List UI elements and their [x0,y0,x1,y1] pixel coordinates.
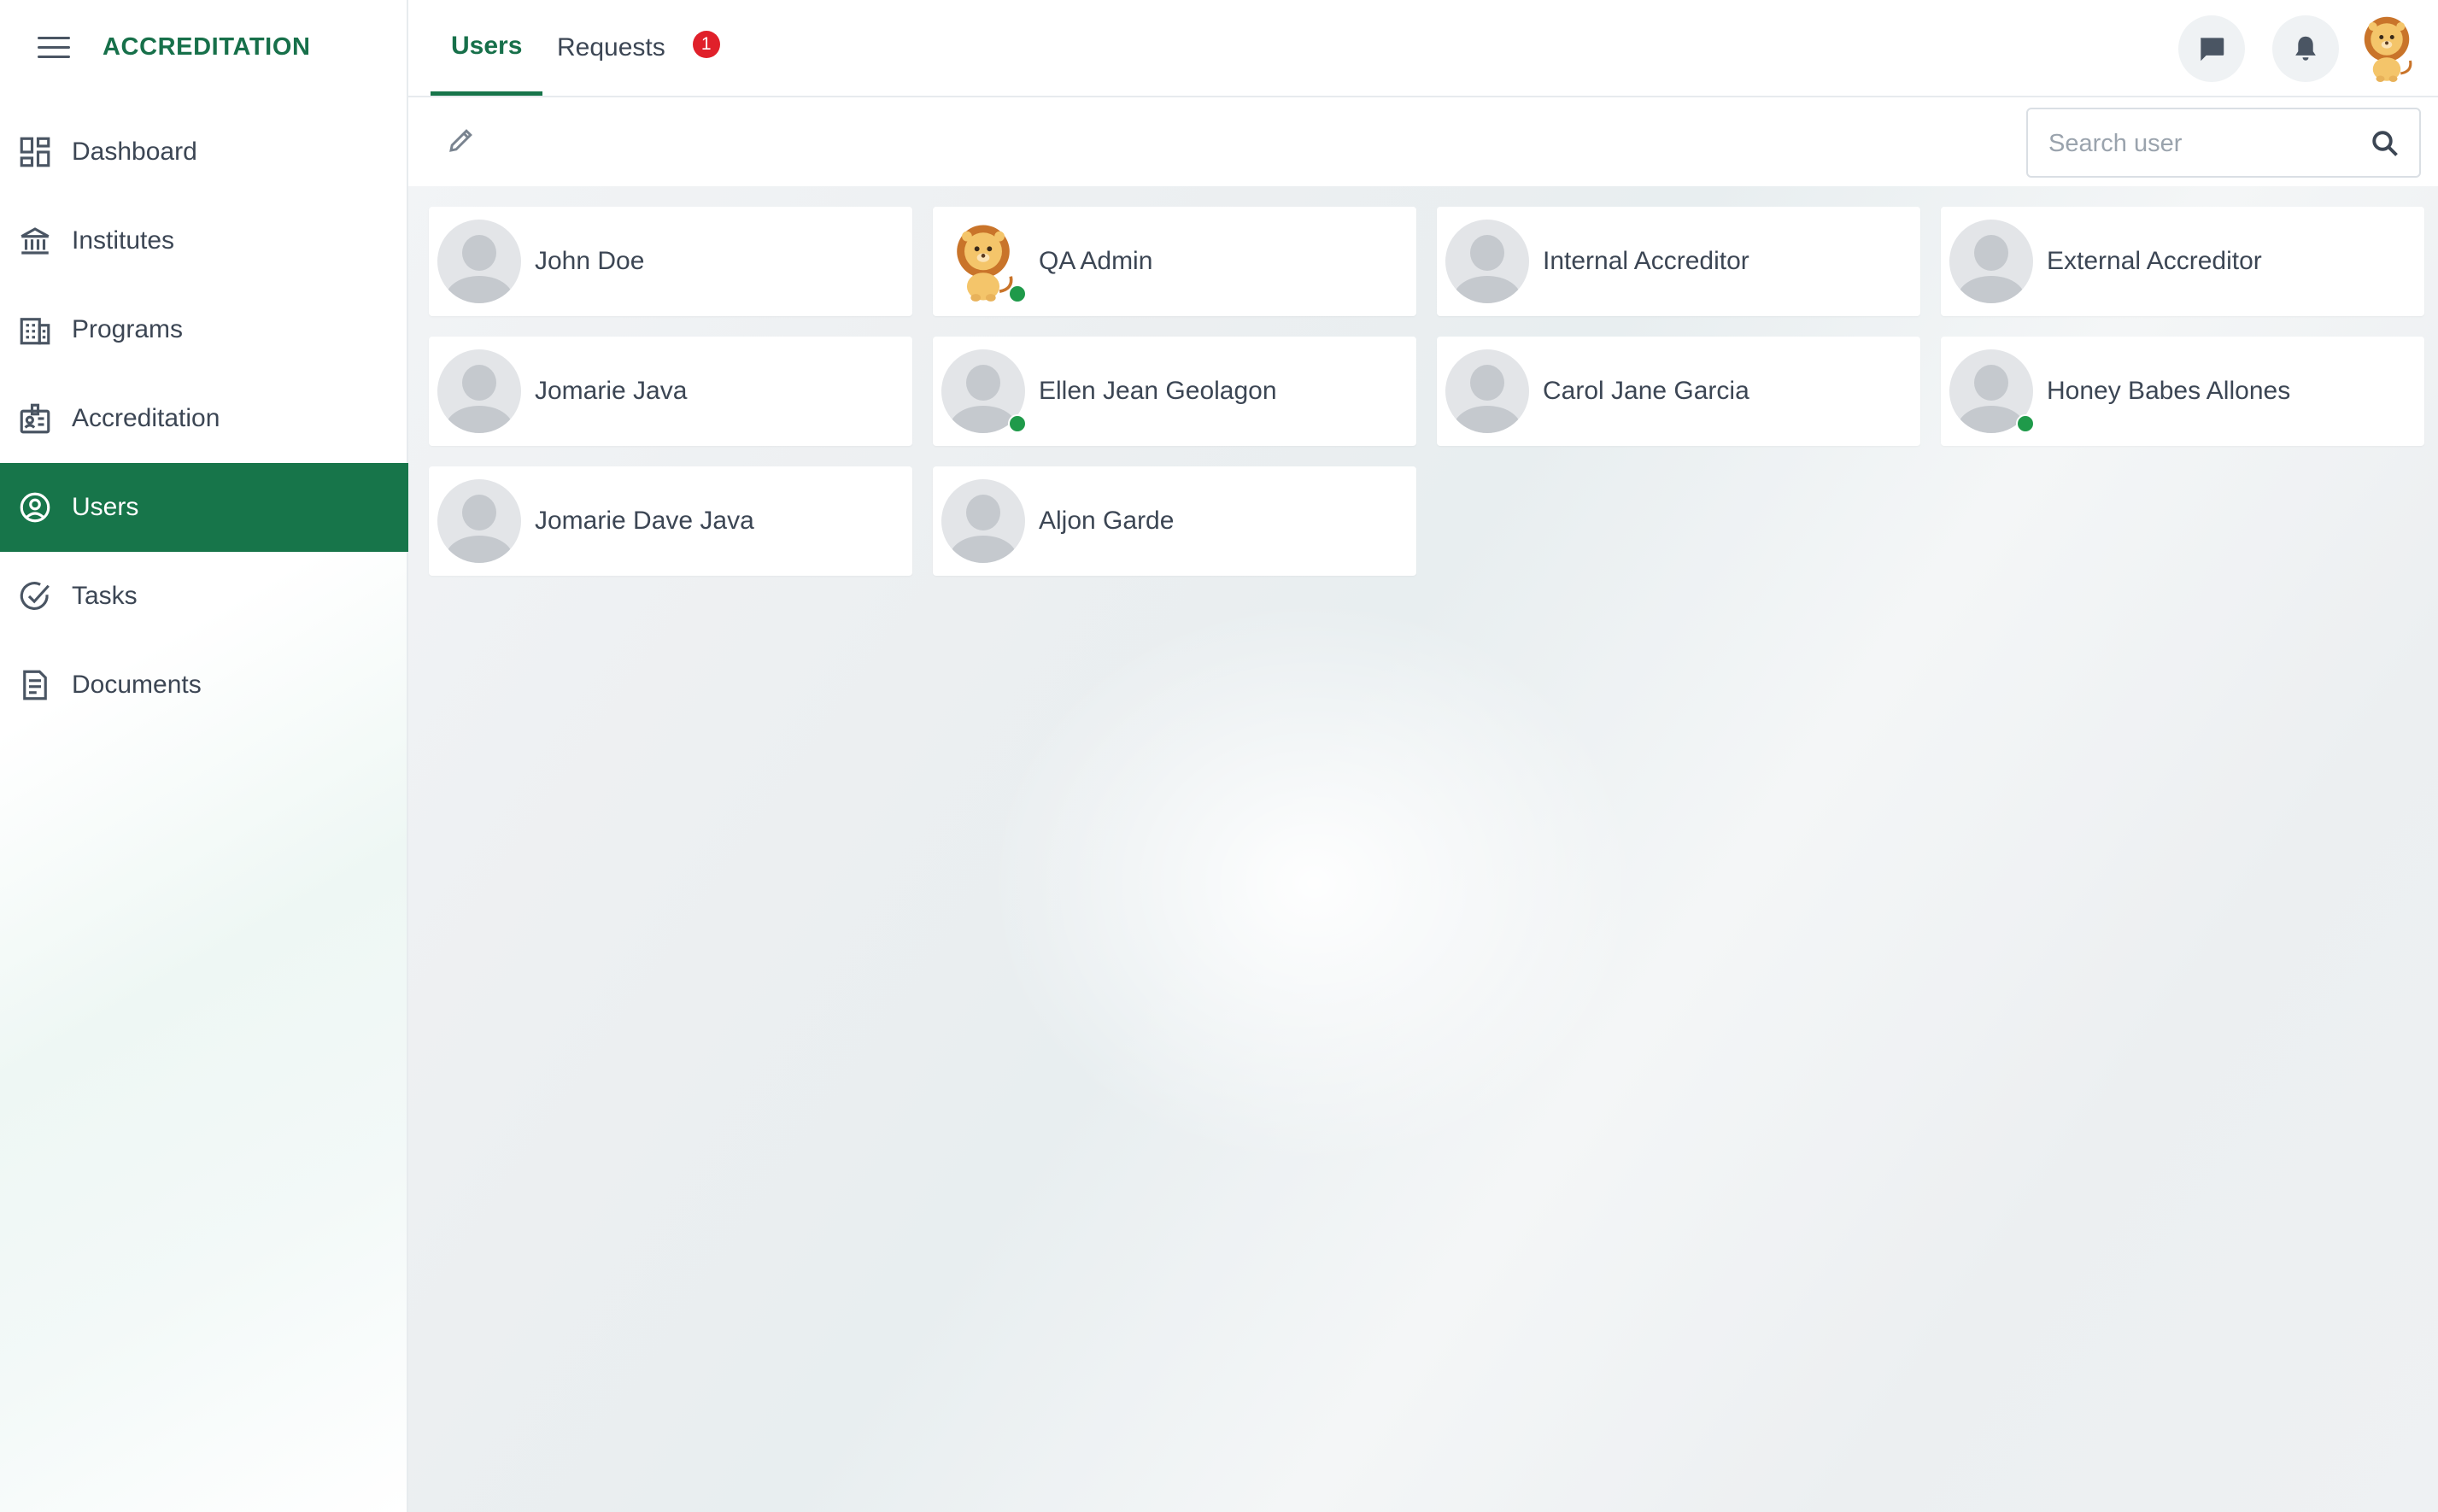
avatar [1445,220,1529,303]
sidebar-item-label: Institutes [72,226,175,255]
top-bar: Users Requests 1 [408,0,2438,97]
lion-avatar-icon [2364,16,2412,82]
sidebar-item-dashboard[interactable]: Dashboard [0,108,408,196]
user-card[interactable]: Carol Jane Garcia [1437,337,1920,446]
avatar [437,349,521,433]
chat-button[interactable] [2178,15,2245,82]
user-name: John Doe [535,247,645,275]
user-name: QA Admin [1039,247,1153,275]
avatar [941,349,1027,433]
document-icon [23,670,47,700]
user-card[interactable]: Ellen Jean Geolagon [933,337,1416,446]
institution-icon [21,227,50,255]
notifications-button[interactable] [2272,15,2339,82]
user-card[interactable]: Honey Babes Allones [1941,337,2424,446]
brand: ACCREDITATION [38,27,311,67]
sidebar-item-label: Dashboard [72,138,197,166]
sidebar: ACCREDITATION Dashboard Institutes Progr… [0,0,408,1512]
app-title: ACCREDITATION [103,32,311,61]
default-user-icon [437,479,521,563]
toolbar [408,97,2438,186]
sidebar-item-tasks[interactable]: Tasks [0,552,408,641]
avatar [1949,349,2035,433]
user-name: Jomarie Java [535,377,688,405]
sidebar-item-accreditation[interactable]: Accreditation [0,374,408,463]
chat-icon [2201,38,2224,62]
sidebar-item-programs[interactable]: Programs [0,285,408,374]
default-user-icon [1445,220,1529,303]
sidebar-item-documents[interactable]: Documents [0,641,408,730]
main-content: John Doe QA Admin [408,97,2438,1512]
online-status-dot [2016,414,2035,433]
user-circle-icon [20,492,50,523]
user-name: External Accreditor [2047,247,2262,275]
tab-label: Users [451,31,523,60]
user-name: Jomarie Dave Java [535,507,754,535]
avatar [1445,349,1529,433]
user-name: Aljon Garde [1039,507,1175,535]
user-avatar[interactable] [2354,14,2419,82]
default-user-icon [1445,349,1529,433]
avatar [941,479,1025,563]
online-status-dot [1008,414,1027,433]
sidebar-item-label: Programs [72,315,184,343]
id-badge-icon [20,403,50,434]
sidebar-nav: Dashboard Institutes Programs Accreditat… [0,108,408,730]
avatar [437,479,521,563]
search-input[interactable] [2047,109,2358,178]
user-card[interactable]: QA Admin [933,207,1416,316]
user-card[interactable]: Aljon Garde [933,466,1416,576]
user-card[interactable]: Jomarie Java [429,337,912,446]
pencil-icon [449,129,472,152]
tab-label: Requests [557,33,665,62]
sidebar-item-institutes[interactable]: Institutes [0,196,408,285]
tab-users[interactable]: Users [431,0,543,96]
default-user-icon [437,220,521,303]
check-circle-icon [20,582,50,610]
sidebar-item-label: Users [72,493,139,521]
search-icon[interactable] [2370,128,2400,159]
tab-requests[interactable]: Requests 1 [557,0,720,96]
user-card[interactable]: Internal Accreditor [1437,207,1920,316]
sidebar-item-users[interactable]: Users [0,463,408,552]
search-box [2026,108,2421,178]
menu-icon[interactable] [38,35,70,59]
sidebar-item-label: Tasks [72,582,138,610]
user-name: Ellen Jean Geolagon [1039,377,1277,405]
requests-count-badge: 1 [692,31,720,58]
sidebar-item-label: Documents [72,671,202,699]
user-card[interactable]: External Accreditor [1941,207,2424,316]
default-user-icon [437,349,521,433]
building-icon [20,318,50,345]
edit-button[interactable] [446,125,480,159]
user-card[interactable]: John Doe [429,207,912,316]
avatar [437,220,521,303]
user-grid: John Doe QA Admin Internal Accreditor Ex… [429,207,2424,576]
bell-icon [2295,36,2316,61]
default-user-icon [1949,220,2033,303]
user-name: Honey Babes Allones [2047,377,2291,405]
user-card[interactable]: Jomarie Dave Java [429,466,912,576]
user-name: Internal Accreditor [1543,247,1749,275]
avatar [941,220,1027,303]
user-name: Carol Jane Garcia [1543,377,1749,405]
avatar [1949,220,2033,303]
sidebar-item-label: Accreditation [72,404,220,432]
default-user-icon [941,479,1025,563]
dashboard-icon [20,137,50,167]
online-status-dot [1008,284,1027,303]
